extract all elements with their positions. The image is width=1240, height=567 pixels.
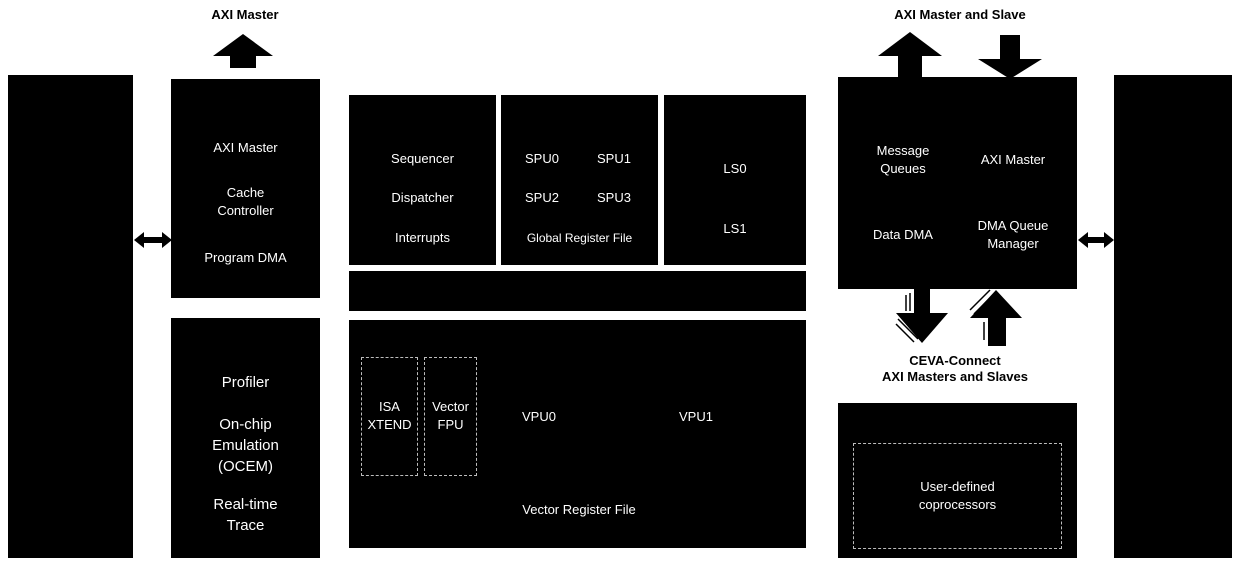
bidirectional-arrow-icon bbox=[134, 232, 172, 248]
cache-line2: Controller bbox=[217, 203, 274, 218]
trace-line1: Real-time bbox=[213, 496, 278, 513]
up-arrow-icon bbox=[969, 289, 1022, 346]
data-memory-interface-block: Message Queues AXI Master Data DMA DMA Q… bbox=[838, 77, 1077, 289]
cache-controller-text: Cache Controller bbox=[171, 184, 320, 220]
sequencer-text: Sequencer bbox=[391, 151, 454, 166]
ls0-text: LS0 bbox=[723, 161, 747, 176]
cache-line1: Cache bbox=[226, 185, 265, 200]
trace-text: Real-time Trace bbox=[171, 494, 320, 536]
global-register-file-text: Global Register File bbox=[526, 231, 633, 245]
data-dma-text: Data DMA bbox=[873, 227, 933, 242]
coprocessor-line1: User-defined bbox=[920, 479, 995, 494]
axi-master-label: AXI Master bbox=[211, 7, 279, 22]
spu0-text: SPU0 bbox=[525, 151, 559, 166]
interconnect-bar bbox=[349, 271, 806, 311]
interrupts-text: Interrupts bbox=[395, 230, 450, 245]
axi-master-text: AXI Master bbox=[980, 152, 1046, 167]
fpu-line2: FPU bbox=[437, 417, 464, 432]
spu1-text: SPU1 bbox=[597, 151, 631, 166]
vector-processing-block: ISA XTEND Vector FPU VPU0 VPU1 Vector Re… bbox=[349, 320, 806, 548]
vector-fpu-text: Vector FPU bbox=[424, 398, 477, 434]
ocem-line2: Emulation bbox=[212, 437, 279, 454]
control-block: Sequencer Dispatcher Interrupts bbox=[349, 95, 496, 265]
dispatcher-text: Dispatcher bbox=[391, 190, 454, 205]
dqm-line1: DMA Queue bbox=[977, 218, 1049, 233]
ceva-connect-label: CEVA-Connect AXI Masters and Slaves bbox=[850, 353, 1060, 385]
ocem-text: On-chip Emulation (OCEM) bbox=[171, 414, 320, 477]
fpu-line1: Vector bbox=[432, 399, 469, 414]
down-arrow-icon bbox=[978, 35, 1042, 79]
debug-block: Profiler On-chip Emulation (OCEM) Real-t… bbox=[171, 318, 320, 558]
up-arrow-icon bbox=[213, 34, 273, 68]
ocem-line3: (OCEM) bbox=[218, 458, 273, 475]
axi-master-slave-label: AXI Master and Slave bbox=[894, 7, 1026, 22]
isa-line2: XTEND bbox=[367, 417, 412, 432]
spu2-text: SPU2 bbox=[525, 190, 559, 205]
ceva-connect-line2: AXI Masters and Slaves bbox=[882, 369, 1028, 384]
coprocessor-line2: coprocessors bbox=[918, 497, 997, 512]
trace-line2: Trace bbox=[226, 517, 265, 534]
ceva-connect-line1: CEVA-Connect bbox=[909, 353, 1001, 368]
load-store-block: LS0 LS1 bbox=[664, 95, 806, 265]
down-arrow-icon bbox=[895, 289, 948, 343]
mq-line2: Queues bbox=[880, 161, 926, 176]
program-memory-interface-block: AXI Master Cache Controller Program DMA bbox=[171, 79, 320, 298]
isa-line1: ISA bbox=[379, 399, 400, 414]
isa-xtend-text: ISA XTEND bbox=[361, 398, 418, 434]
user-defined-coprocessors-text: User-defined coprocessors bbox=[853, 478, 1062, 514]
vector-register-file-text: Vector Register File bbox=[522, 502, 636, 517]
mq-line1: Message bbox=[876, 143, 930, 158]
profiler-text: Profiler bbox=[221, 374, 270, 391]
program-dma-text: Program DMA bbox=[204, 250, 287, 265]
data-memory-subsystem bbox=[1114, 75, 1232, 558]
spu3-text: SPU3 bbox=[597, 190, 631, 205]
program-memory-subsystem bbox=[8, 75, 133, 558]
ocem-line1: On-chip bbox=[219, 416, 272, 433]
bidirectional-arrow-icon bbox=[1078, 232, 1114, 248]
message-queues-text: Message Queues bbox=[848, 142, 958, 178]
scalar-units-block: SPU0 SPU1 SPU2 SPU3 Global Register File bbox=[501, 95, 658, 265]
vpu0-text: VPU0 bbox=[522, 409, 556, 424]
up-arrow-icon bbox=[878, 32, 942, 78]
ls1-text: LS1 bbox=[723, 221, 747, 236]
dqm-line2: Manager bbox=[987, 236, 1039, 251]
axi-master-text: AXI Master bbox=[213, 140, 278, 155]
coprocessor-block: User-defined coprocessors bbox=[838, 403, 1077, 558]
vpu1-text: VPU1 bbox=[679, 409, 713, 424]
dma-queue-manager-text: DMA Queue Manager bbox=[958, 217, 1068, 253]
